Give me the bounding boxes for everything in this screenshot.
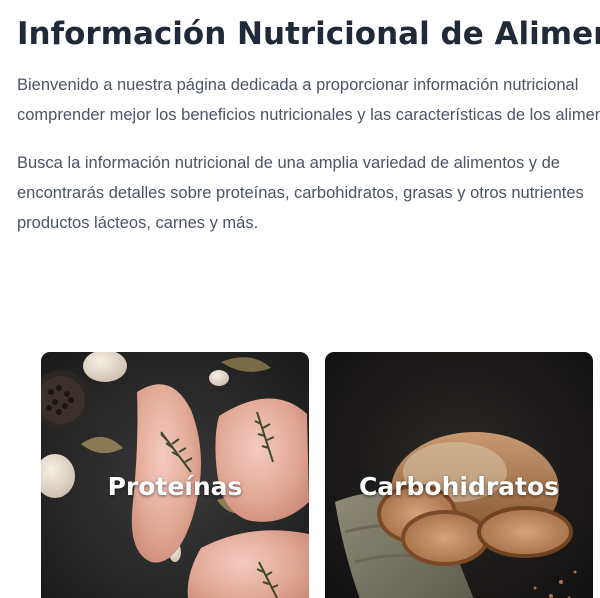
search-line-1: Busca la información nutricional de una … [17, 154, 560, 172]
intro-paragraph: Bienvenido a nuestra página dedicada a p… [17, 70, 600, 130]
search-line-2: encontrarás detalles sobre proteínas, ca… [17, 184, 584, 202]
card-proteinas[interactable]: Proteínas [41, 352, 309, 598]
search-line-3: productos lácteos, carnes y más. [17, 214, 259, 232]
card-carbohidratos[interactable]: Carbohidratos [325, 352, 593, 598]
intro-line-2: comprender mejor los beneficios nutricio… [17, 106, 600, 124]
intro-line-1: Bienvenido a nuestra página dedicada a p… [17, 76, 579, 94]
page: Información Nutricional de Alimentos Bie… [0, 0, 600, 598]
search-paragraph: Busca la información nutricional de una … [17, 148, 584, 238]
page-title: Información Nutricional de Alimentos [17, 16, 600, 52]
card-title-carbohidratos: Carbohidratos [358, 472, 560, 501]
card-title-proteinas: Proteínas [107, 472, 243, 501]
